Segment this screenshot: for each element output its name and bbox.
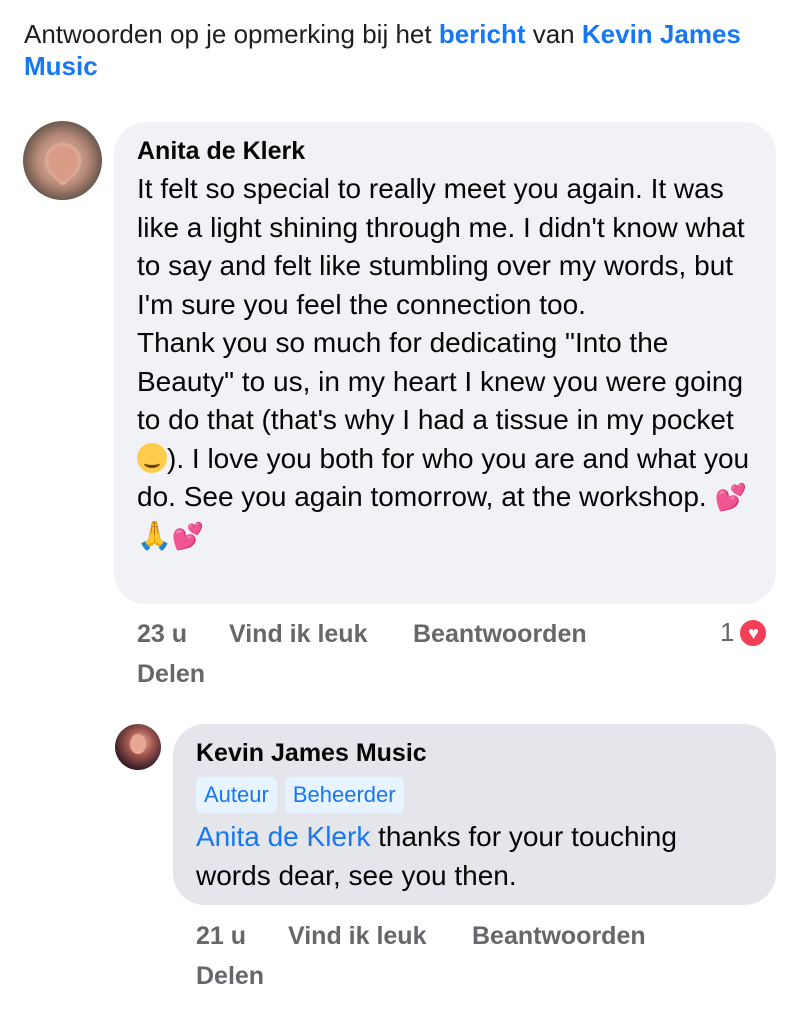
reply-actions: 21 u Vind ik leuk Beantwoorden Delen: [196, 921, 776, 991]
reply-like-button[interactable]: Vind ik leuk: [288, 921, 426, 951]
comment-text: It felt so special to really meet you ag…: [137, 170, 757, 555]
folded-hands-emoji-icon: 🙏: [137, 519, 172, 551]
heart-icon: ♥: [738, 617, 769, 648]
mention-link[interactable]: Anita de Klerk: [196, 821, 370, 852]
reply-author-name[interactable]: Kevin James Music: [196, 738, 427, 768]
smiling-face-emoji-icon: [137, 442, 167, 473]
comment-author-name[interactable]: Anita de Klerk: [137, 136, 305, 166]
badge-author[interactable]: Auteur: [196, 777, 277, 813]
reply-share-button[interactable]: Delen: [196, 961, 264, 991]
two-hearts-emoji-icon-2: 💕: [171, 520, 205, 551]
reply-text: Anita de Klerk thanks for your touching …: [196, 818, 756, 895]
avatar-image: [130, 734, 146, 754]
reply-reply-button[interactable]: Beantwoorden: [472, 921, 646, 951]
share-button[interactable]: Delen: [137, 659, 205, 689]
post-link[interactable]: bericht: [439, 19, 526, 49]
reaction-summary[interactable]: 1 ♥: [720, 617, 769, 648]
comment-actions: 23 u Vind ik leuk Beantwoorden Delen: [137, 619, 777, 689]
reply-button[interactable]: Beantwoorden: [413, 619, 587, 649]
like-button[interactable]: Vind ik leuk: [229, 619, 367, 649]
comment-text-part1: It felt so special to really meet you ag…: [137, 173, 745, 435]
reply-context-header: Antwoorden op je opmerking bij het beric…: [24, 18, 784, 82]
reaction-count: 1: [720, 617, 735, 647]
header-middle: van: [525, 19, 582, 49]
badge-admin[interactable]: Beheerder: [284, 777, 404, 813]
avatar-anita[interactable]: [23, 121, 102, 200]
header-prefix: Antwoorden op je opmerking bij het: [24, 19, 439, 49]
two-hearts-emoji-icon: 💕: [714, 482, 747, 512]
comment-text-part2: ). I love you both for who you are and w…: [137, 442, 757, 513]
reply-timestamp[interactable]: 21 u: [196, 921, 246, 951]
avatar-kevin[interactable]: [115, 724, 161, 770]
comment-timestamp[interactable]: 23 u: [137, 619, 187, 649]
author-badges: Auteur Beheerder: [196, 777, 404, 813]
avatar-image: [37, 135, 89, 187]
